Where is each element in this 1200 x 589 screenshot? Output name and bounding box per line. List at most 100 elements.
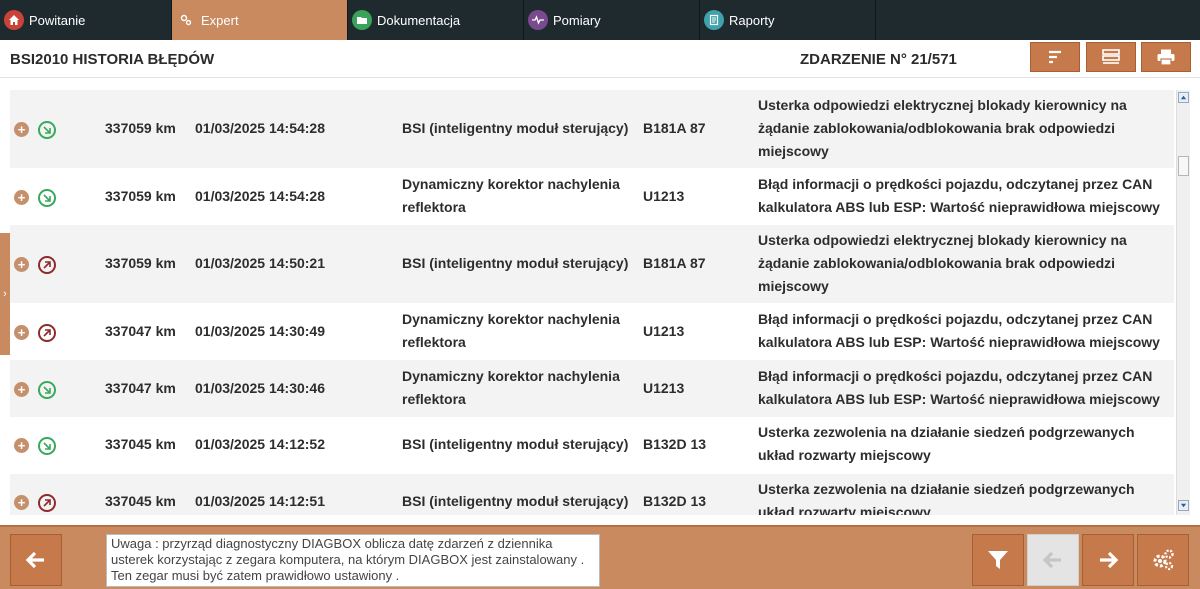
bottom-toolbar: Uwaga : przyrząd diagnostyczny DIAGBOX o…	[0, 525, 1200, 589]
page-header: BSI2010 HISTORIA BŁĘDÓW ZDARZENIE N° 21/…	[0, 40, 1200, 78]
fault-description: Usterka odpowiedzi elektrycznej blokady …	[758, 232, 1127, 294]
tab-raporty[interactable]: Raporty	[700, 0, 876, 40]
fault-description: Błąd informacji o prędkości pojazdu, odc…	[758, 176, 1160, 215]
arrow-left-icon	[25, 551, 44, 569]
triangle-up-icon	[1180, 95, 1187, 100]
settings-button[interactable]	[1137, 534, 1189, 586]
fault-appear-icon	[38, 121, 56, 139]
scroll-down-button[interactable]	[1178, 500, 1189, 511]
sort-button[interactable]	[1030, 42, 1080, 72]
previous-button[interactable]	[1027, 534, 1079, 586]
km-value: 337047 km	[105, 323, 176, 339]
module-value: BSI (inteligentny moduł sterujący)	[402, 493, 629, 509]
list-scrollbar[interactable]	[1176, 90, 1190, 515]
tab-powitanie[interactable]: Powitanie	[0, 0, 172, 40]
module-value: Dynamiczny korektor nachylenia reflektor…	[402, 368, 620, 407]
tab-label: Raporty	[729, 12, 775, 28]
gears-icon	[1153, 549, 1174, 571]
datetime-value: 01/03/2025 14:30:46	[195, 380, 325, 396]
filter-icon	[988, 551, 1008, 569]
date-notice: Uwaga : przyrząd diagnostyczny DIAGBOX o…	[106, 534, 600, 587]
list-view-button[interactable]	[1086, 42, 1136, 72]
fault-code: U1213	[643, 380, 685, 396]
fault-code: U1213	[643, 188, 685, 204]
scroll-thumb[interactable]	[1178, 156, 1189, 176]
fault-appear-icon	[38, 381, 56, 399]
tab-label: Expert	[201, 12, 239, 28]
fault-disappear-icon	[38, 494, 56, 512]
filter-button[interactable]	[972, 534, 1024, 586]
event-counter: ZDARZENIE N° 21/571	[800, 51, 957, 68]
expand-icon[interactable]: +	[14, 325, 29, 340]
pulse-icon	[528, 10, 548, 30]
table-row[interactable]: + 337059 km 01/03/2025 14:54:28 BSI (int…	[10, 90, 1174, 168]
fault-appear-icon	[38, 437, 56, 455]
scroll-up-button[interactable]	[1178, 92, 1189, 103]
fault-description: Błąd informacji o prędkości pojazdu, odc…	[758, 368, 1160, 407]
tab-label: Powitanie	[29, 12, 86, 28]
fault-description: Usterka zezwolenia na działanie siedzeń …	[758, 481, 1135, 515]
side-panel-handle[interactable]: ›	[0, 233, 10, 355]
expand-icon[interactable]: +	[14, 190, 29, 205]
km-value: 337059 km	[105, 188, 176, 204]
fault-description: Usterka odpowiedzi elektrycznej blokady …	[758, 97, 1127, 159]
table-row[interactable]: + 337047 km 01/03/2025 14:30:46 Dynamicz…	[10, 360, 1174, 417]
arrow-left-icon	[1042, 551, 1061, 569]
fault-disappear-icon	[38, 256, 56, 274]
expand-icon[interactable]: +	[14, 382, 29, 397]
fault-code: B181A 87	[643, 120, 706, 136]
km-value: 337045 km	[105, 493, 176, 509]
table-row[interactable]: + 337045 km 01/03/2025 14:12:51 BSI (int…	[10, 474, 1174, 515]
module-value: BSI (inteligentny moduł sterujący)	[402, 120, 629, 136]
datetime-value: 01/03/2025 14:12:51	[195, 493, 325, 509]
expand-icon[interactable]: +	[14, 438, 29, 453]
triangle-down-icon	[1180, 503, 1187, 508]
gears-icon	[176, 10, 196, 30]
expand-icon[interactable]: +	[14, 122, 29, 137]
report-icon	[704, 10, 724, 30]
fault-code: B132D 13	[643, 436, 707, 452]
fault-list: + 337059 km 01/03/2025 14:54:28 BSI (int…	[10, 90, 1174, 515]
module-value: Dynamiczny korektor nachylenia reflektor…	[402, 176, 620, 215]
top-navigation: Powitanie Expert Dokumentacja Pomiary Ra…	[0, 0, 1200, 40]
chevron-right-icon: ›	[3, 288, 7, 300]
print-button[interactable]	[1141, 42, 1191, 72]
datetime-value: 01/03/2025 14:50:21	[195, 255, 325, 271]
sort-icon	[1049, 50, 1061, 64]
fault-code: B132D 13	[643, 493, 707, 509]
home-icon	[4, 10, 24, 30]
next-button[interactable]	[1082, 534, 1134, 586]
km-value: 337059 km	[105, 255, 176, 271]
tab-label: Pomiary	[553, 12, 601, 28]
fault-description: Usterka zezwolenia na działanie siedzeń …	[758, 424, 1135, 463]
fault-code: B181A 87	[643, 255, 706, 271]
fault-description: Błąd informacji o prędkości pojazdu, odc…	[758, 311, 1160, 350]
module-value: BSI (inteligentny moduł sterujący)	[402, 436, 629, 452]
fault-disappear-icon	[38, 324, 56, 342]
fault-code: U1213	[643, 323, 685, 339]
km-value: 337047 km	[105, 380, 176, 396]
expand-icon[interactable]: +	[14, 495, 29, 510]
table-row[interactable]: + 337047 km 01/03/2025 14:30:49 Dynamicz…	[10, 303, 1174, 360]
table-row[interactable]: + 337045 km 01/03/2025 14:12:52 BSI (int…	[10, 417, 1174, 474]
datetime-value: 01/03/2025 14:12:52	[195, 436, 325, 452]
tab-expert[interactable]: Expert	[172, 0, 348, 40]
tab-dokumentacja[interactable]: Dokumentacja	[348, 0, 524, 40]
km-value: 337045 km	[105, 436, 176, 452]
table-row[interactable]: + 337059 km 01/03/2025 14:50:21 BSI (int…	[10, 225, 1174, 303]
expand-icon[interactable]: +	[14, 257, 29, 272]
datetime-value: 01/03/2025 14:30:49	[195, 323, 325, 339]
table-row[interactable]: + 337059 km 01/03/2025 14:54:28 Dynamicz…	[10, 168, 1174, 225]
fault-appear-icon	[38, 189, 56, 207]
page-title: BSI2010 HISTORIA BŁĘDÓW	[10, 51, 215, 68]
module-value: BSI (inteligentny moduł sterujący)	[402, 255, 629, 271]
list-icon	[1102, 49, 1120, 64]
module-value: Dynamiczny korektor nachylenia reflektor…	[402, 311, 620, 350]
datetime-value: 01/03/2025 14:54:28	[195, 188, 325, 204]
tab-pomiary[interactable]: Pomiary	[524, 0, 700, 40]
km-value: 337059 km	[105, 120, 176, 136]
back-button[interactable]	[10, 534, 62, 586]
datetime-value: 01/03/2025 14:54:28	[195, 120, 325, 136]
arrow-right-icon	[1100, 551, 1119, 569]
